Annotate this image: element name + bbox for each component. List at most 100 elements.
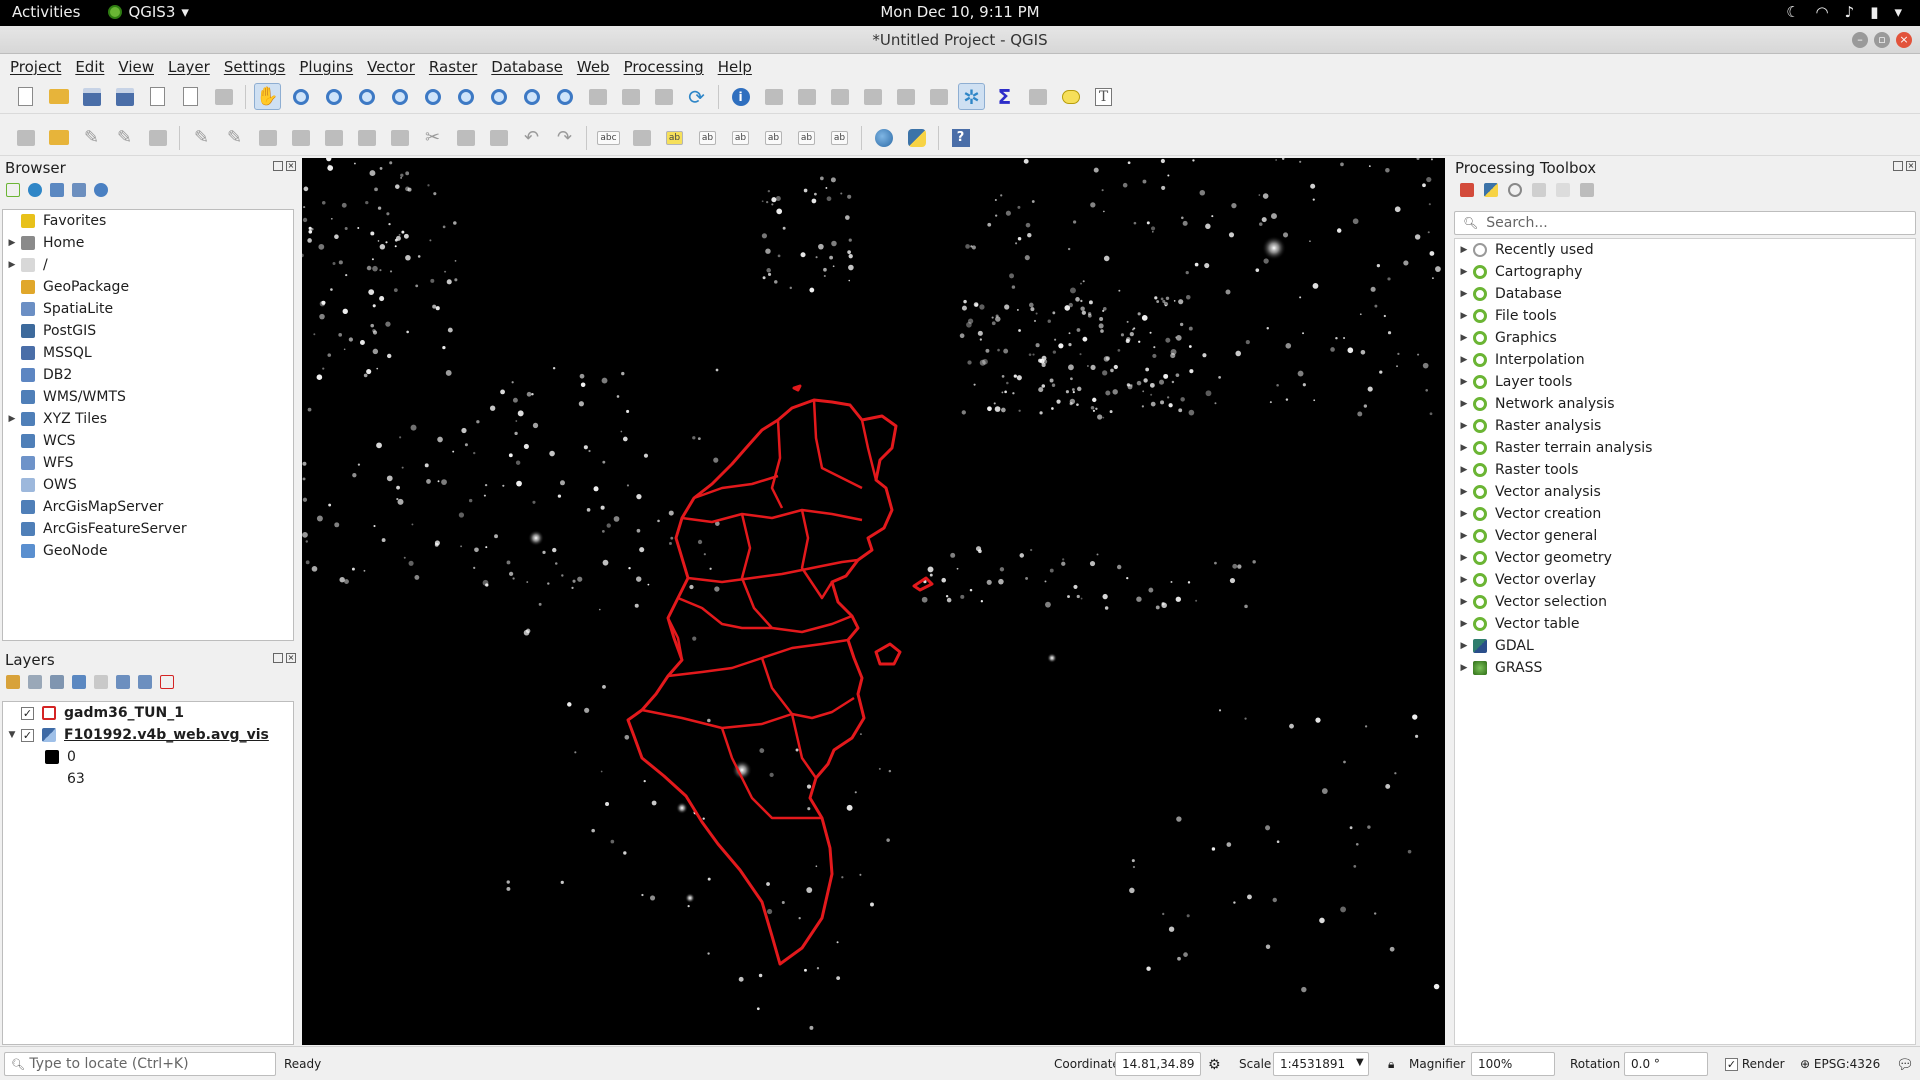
maximize-button[interactable]: ▫	[1874, 32, 1890, 48]
show-bookmarks-button[interactable]	[650, 83, 677, 110]
save-as-button[interactable]	[111, 83, 138, 110]
redo-button[interactable]: ↷	[551, 124, 578, 151]
python-console-button[interactable]	[903, 124, 930, 151]
attribute-table-button[interactable]	[892, 83, 919, 110]
options-icon[interactable]	[1580, 183, 1594, 197]
float-panel-button[interactable]	[273, 653, 283, 663]
expand-arrow-icon[interactable]: ▶	[1455, 349, 1473, 371]
expand-all-button[interactable]	[116, 675, 130, 689]
rotation-field[interactable]: 0.0 °	[1624, 1052, 1708, 1076]
pan-map-button[interactable]: ✋	[254, 83, 281, 110]
browser-item[interactable]: GeoPackage	[3, 276, 293, 298]
refresh-button[interactable]: ⟳	[683, 83, 710, 110]
edit-features-in-place-icon[interactable]	[1556, 183, 1570, 197]
new-print-layout-button[interactable]	[144, 83, 171, 110]
layer-styling-button[interactable]	[6, 675, 20, 689]
processing-provider-item[interactable]: ▶ Interpolation	[1455, 349, 1915, 371]
pin-labels-button[interactable]: ab	[694, 124, 721, 151]
filter-browser-button[interactable]	[50, 183, 64, 197]
browser-item[interactable]: ▶ /	[3, 254, 293, 276]
copy-features-button[interactable]	[452, 124, 479, 151]
processing-provider-item[interactable]: ▶ Recently used	[1455, 239, 1915, 261]
undo-button[interactable]: ↶	[518, 124, 545, 151]
current-edits-button[interactable]: ✎	[188, 124, 215, 151]
menu-processing[interactable]: Processing	[617, 58, 711, 76]
processing-provider-item[interactable]: ▶ Vector creation	[1455, 503, 1915, 525]
zoom-last-button[interactable]	[518, 83, 545, 110]
toggle-editing-button[interactable]: ✎	[221, 124, 248, 151]
filter-by-expression-button[interactable]	[94, 675, 108, 689]
save-project-button[interactable]	[78, 83, 105, 110]
new-shapefile-layer-button[interactable]: ✎	[78, 124, 105, 151]
zoom-full-button[interactable]	[419, 83, 446, 110]
processing-provider-item[interactable]: ▶ GDAL	[1455, 635, 1915, 657]
paste-features-button[interactable]	[485, 124, 512, 151]
zoom-out-button[interactable]	[353, 83, 380, 110]
processing-toolbox-button[interactable]: ✲	[958, 83, 985, 110]
select-features-button[interactable]	[793, 83, 820, 110]
add-group-button[interactable]	[28, 675, 42, 689]
help-button[interactable]: ?	[947, 124, 974, 151]
processing-provider-item[interactable]: ▶ Graphics	[1455, 327, 1915, 349]
change-label-button[interactable]: ab	[826, 124, 853, 151]
processing-provider-item[interactable]: ▶ GRASS	[1455, 657, 1915, 679]
expand-arrow-icon[interactable]: ▶	[3, 408, 21, 430]
crs-button[interactable]: ⊕ EPSG:4326	[1800, 1057, 1880, 1071]
expand-arrow-icon[interactable]: ▶	[1455, 239, 1473, 261]
actions-button[interactable]	[760, 83, 787, 110]
magnifier-field[interactable]: 100%	[1471, 1052, 1555, 1076]
properties-button[interactable]	[94, 183, 108, 197]
layer-row-raster[interactable]: ▼ ✓ F101992.v4b_web.avg_vis	[3, 724, 293, 746]
coordinate-field[interactable]: 14.81,34.89	[1115, 1052, 1201, 1076]
highlight-pinned-labels-button[interactable]: ab	[661, 124, 688, 151]
close-panel-button[interactable]: ×	[1906, 161, 1916, 171]
processing-provider-item[interactable]: ▶ Vector general	[1455, 525, 1915, 547]
browser-item[interactable]: WMS/WMTS	[3, 386, 293, 408]
new-map-view-button[interactable]	[584, 83, 611, 110]
browser-item[interactable]: ArcGisFeatureServer	[3, 518, 293, 540]
data-source-manager-button[interactable]	[12, 124, 39, 151]
models-icon[interactable]	[1460, 183, 1474, 197]
browser-item[interactable]: WFS	[3, 452, 293, 474]
processing-search-input[interactable]: 🔍︎ Search...	[1454, 211, 1916, 235]
modify-attributes-button[interactable]	[353, 124, 380, 151]
processing-provider-item[interactable]: ▶ Cartography	[1455, 261, 1915, 283]
menu-view[interactable]: View	[111, 58, 161, 76]
expand-arrow-icon[interactable]: ▶	[1455, 481, 1473, 503]
browser-item[interactable]: MSSQL	[3, 342, 293, 364]
vertex-tool-button[interactable]	[320, 124, 347, 151]
menu-edit[interactable]: Edit	[68, 58, 111, 76]
layer-visibility-checkbox[interactable]: ✓	[21, 706, 34, 720]
browser-item[interactable]: SpatiaLite	[3, 298, 293, 320]
new-virtual-layer-button[interactable]	[144, 124, 171, 151]
expand-arrow-icon[interactable]: ▶	[1455, 569, 1473, 591]
close-panel-button[interactable]: ×	[286, 653, 296, 663]
text-annotation-button[interactable]: T	[1090, 83, 1117, 110]
system-menu-chevron-icon[interactable]: ▾	[1894, 3, 1902, 21]
menu-database[interactable]: Database	[484, 58, 570, 76]
float-panel-button[interactable]	[273, 161, 283, 171]
add-selected-layers-button[interactable]	[6, 183, 20, 197]
measure-button[interactable]	[1024, 83, 1051, 110]
delete-selected-button[interactable]	[386, 124, 413, 151]
close-window-button[interactable]: ×	[1896, 32, 1912, 48]
expand-arrow-icon[interactable]: ▶	[1455, 261, 1473, 283]
map-tips-button[interactable]	[1057, 83, 1084, 110]
layer-diagram-button[interactable]	[628, 124, 655, 151]
layer-row-gadm36[interactable]: ✓ gadm36_TUN_1	[3, 702, 293, 724]
select-by-value-button[interactable]	[826, 83, 853, 110]
expand-arrow-icon[interactable]: ▶	[1455, 305, 1473, 327]
browser-item[interactable]: GeoNode	[3, 540, 293, 562]
expand-arrow-icon[interactable]: ▶	[1455, 459, 1473, 481]
new-bookmark-button[interactable]	[617, 83, 644, 110]
browser-item[interactable]: ▶ Home	[3, 232, 293, 254]
collapse-all-layers-button[interactable]	[138, 675, 152, 689]
new-spatialite-layer-button[interactable]: ✎	[111, 124, 138, 151]
clock[interactable]: Mon Dec 10, 9:11 PM	[0, 3, 1920, 21]
processing-provider-item[interactable]: ▶ Vector analysis	[1455, 481, 1915, 503]
expand-arrow-icon[interactable]: ▶	[1455, 547, 1473, 569]
processing-provider-item[interactable]: ▶ File tools	[1455, 305, 1915, 327]
move-label-button[interactable]: ab	[760, 124, 787, 151]
expand-arrow-icon[interactable]: ▶	[1455, 371, 1473, 393]
expand-arrow-icon[interactable]: ▶	[1455, 327, 1473, 349]
